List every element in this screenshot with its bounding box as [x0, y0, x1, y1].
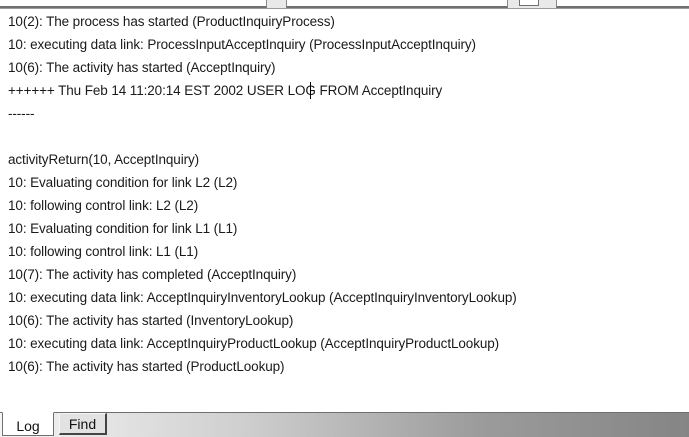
log-window: 10(2): The process has started (ProductI… [0, 0, 689, 437]
log-text-area[interactable]: 10(2): The process has started (ProductI… [0, 10, 689, 413]
log-line: 10: Evaluating condition for link L2 (L2… [8, 175, 238, 190]
log-line: 10(2): The process has started (ProductI… [8, 14, 335, 29]
top-toolbar-edge [0, 0, 689, 9]
log-line: 10: executing data link: AcceptInquiryIn… [8, 290, 517, 305]
tab-bar: Log Find [0, 412, 689, 437]
log-line: ++++++ Thu Feb 14 11:20:14 EST 2002 USER… [8, 83, 443, 98]
log-line: 10(6): The activity has started (Invento… [8, 313, 294, 328]
log-line: ------ [8, 106, 35, 121]
log-line: activityReturn(10, AcceptInquiry) [8, 152, 200, 167]
log-line: 10(7): The activity has completed (Accep… [8, 267, 297, 282]
toolbar-field-right[interactable] [556, 0, 689, 8]
log-line: 10: Evaluating condition for link L1 (L1… [8, 221, 238, 236]
log-line: 10: executing data link: AcceptInquiryPr… [8, 336, 500, 351]
log-line: 10: executing data link: ProcessInputAcc… [8, 37, 476, 52]
log-line: 10: following control link: L2 (L2) [8, 198, 199, 213]
log-line: 10: following control link: L1 (L1) [8, 244, 199, 259]
tab-log[interactable]: Log [2, 412, 54, 436]
text-caret [310, 82, 311, 99]
tab-find[interactable]: Find [59, 413, 107, 435]
toolbar-field-middle[interactable] [286, 0, 508, 8]
log-line: 10(6): The activity has started (Product… [8, 359, 285, 374]
toolbar-small-button[interactable] [519, 0, 539, 6]
log-line: 10(6): The activity has started (AcceptI… [8, 60, 276, 75]
toolbar-field-left[interactable] [0, 0, 267, 8]
